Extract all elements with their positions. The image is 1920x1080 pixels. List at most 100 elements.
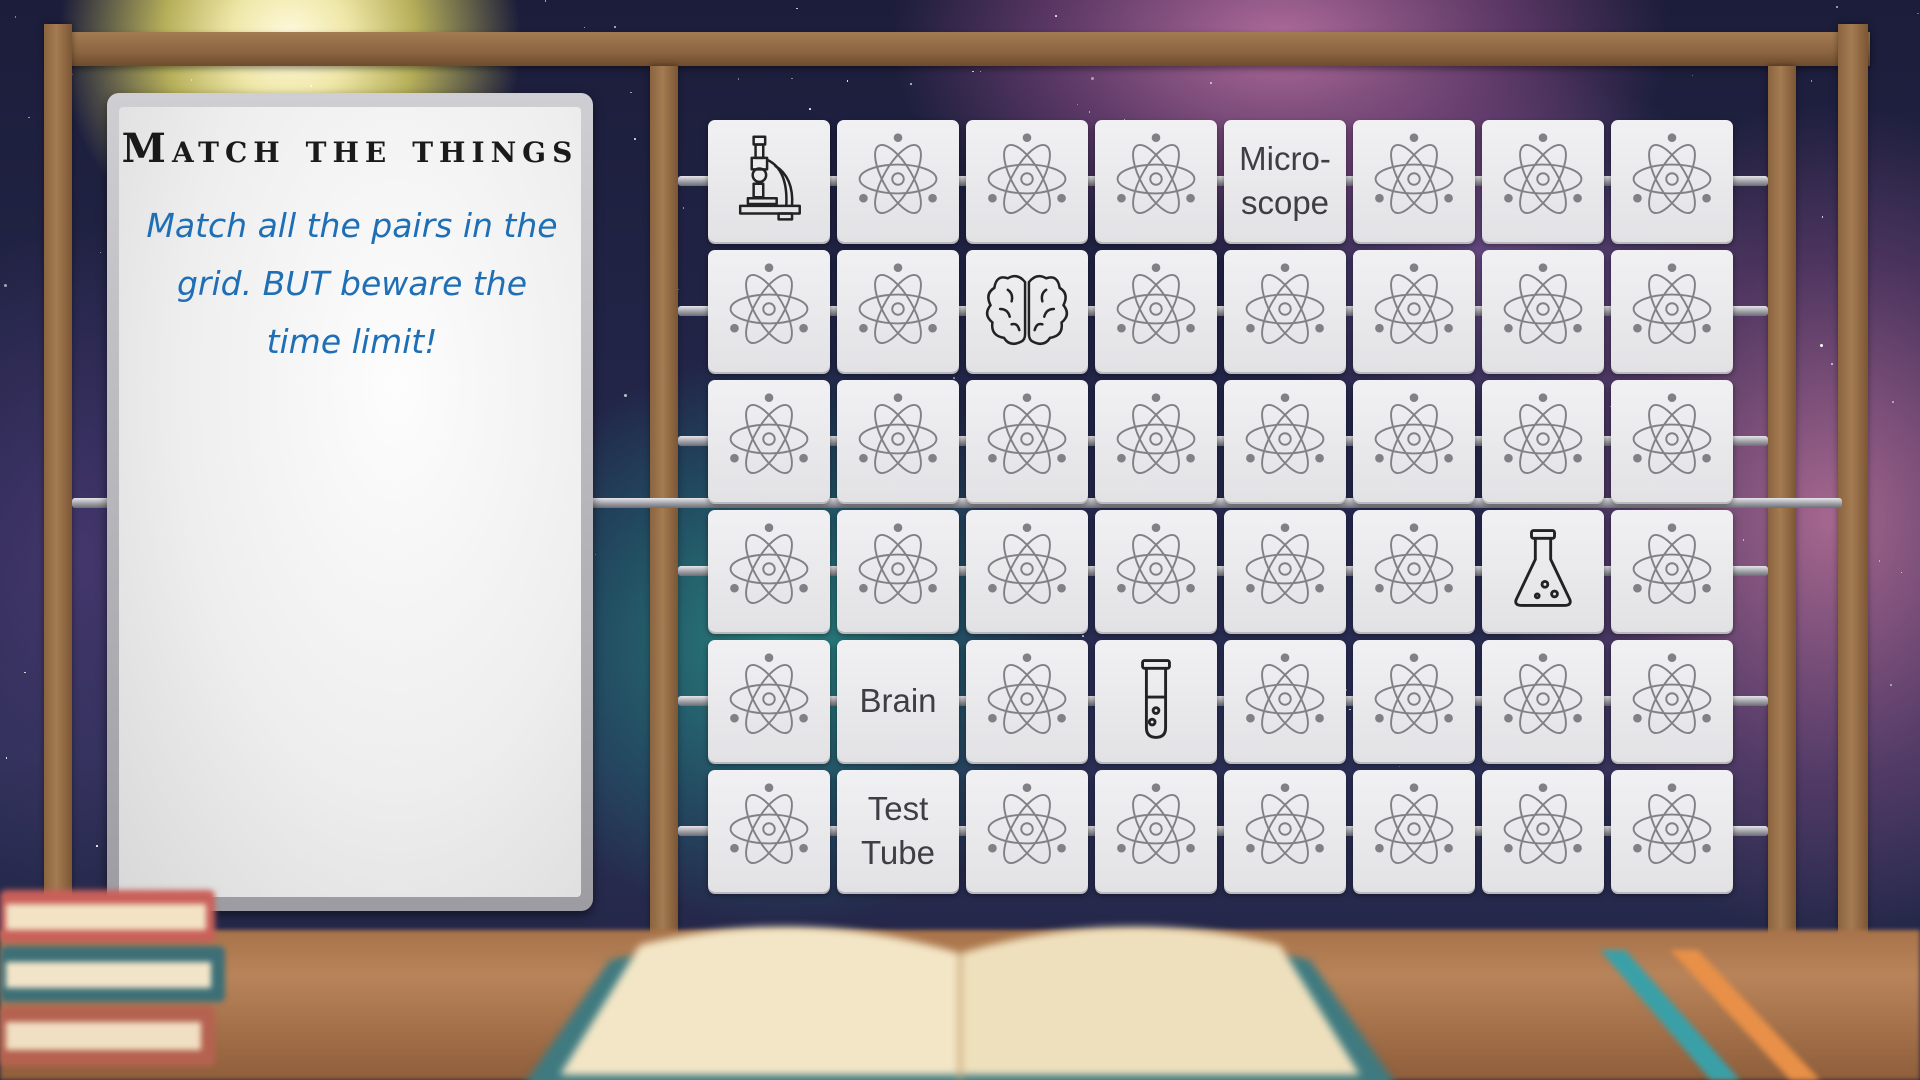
- card-word: Brain: [859, 682, 937, 719]
- star: [972, 70, 974, 73]
- frame-top-beam: [50, 32, 1870, 66]
- star: [583, 26, 586, 29]
- match-card[interactable]: Micro- scope: [1224, 120, 1346, 242]
- star: [910, 83, 912, 85]
- star: [24, 671, 26, 674]
- match-card[interactable]: [1353, 770, 1475, 892]
- atom-icon: [1624, 781, 1720, 881]
- match-card[interactable]: [708, 510, 830, 632]
- match-card[interactable]: [966, 250, 1088, 372]
- atom-icon: [1495, 131, 1591, 231]
- atom-icon: [1495, 781, 1591, 881]
- atom-icon: [1108, 261, 1204, 361]
- atom-icon: [1624, 391, 1720, 491]
- match-card[interactable]: [1611, 120, 1733, 242]
- match-card[interactable]: [1482, 770, 1604, 892]
- atom-icon: [979, 521, 1075, 621]
- match-card[interactable]: [1611, 770, 1733, 892]
- star: [1088, 111, 1091, 113]
- match-card[interactable]: [1611, 510, 1733, 632]
- match-card[interactable]: [837, 120, 959, 242]
- match-card[interactable]: [966, 380, 1088, 502]
- card-word: Micro- scope: [1239, 140, 1331, 221]
- match-card[interactable]: Test Tube: [837, 770, 959, 892]
- match-card[interactable]: [1482, 120, 1604, 242]
- match-card[interactable]: [1482, 510, 1604, 632]
- match-card[interactable]: [1224, 250, 1346, 372]
- match-card[interactable]: [1224, 640, 1346, 762]
- match-card[interactable]: [966, 640, 1088, 762]
- match-card[interactable]: [1224, 380, 1346, 502]
- match-card[interactable]: [1482, 380, 1604, 502]
- star: [630, 91, 632, 94]
- match-card[interactable]: [708, 120, 830, 242]
- match-card[interactable]: [1224, 770, 1346, 892]
- atom-icon: [979, 651, 1075, 751]
- flask-icon: [1495, 521, 1591, 621]
- match-card[interactable]: [1095, 770, 1217, 892]
- atom-icon: [1495, 391, 1591, 491]
- match-card[interactable]: [966, 120, 1088, 242]
- star: [1820, 344, 1824, 348]
- atom-icon: [850, 261, 946, 361]
- open-book-icon: [526, 926, 1394, 1080]
- match-card[interactable]: [1611, 640, 1733, 762]
- atom-icon: [1108, 391, 1204, 491]
- match-card[interactable]: [1095, 510, 1217, 632]
- match-card[interactable]: [1095, 640, 1217, 762]
- match-card[interactable]: [1353, 510, 1475, 632]
- star: [544, 0, 547, 2]
- match-card[interactable]: [1224, 510, 1346, 632]
- match-card[interactable]: [966, 510, 1088, 632]
- atom-icon: [1366, 261, 1462, 361]
- match-card[interactable]: [837, 510, 959, 632]
- match-card[interactable]: [1611, 250, 1733, 372]
- atom-icon: [850, 131, 946, 231]
- atom-icon: [721, 391, 817, 491]
- match-card[interactable]: [1095, 250, 1217, 372]
- match-card[interactable]: [708, 770, 830, 892]
- match-card[interactable]: [708, 640, 830, 762]
- match-grid: Micro- scope Brain Test Tube: [708, 120, 1738, 892]
- match-card[interactable]: [1095, 120, 1217, 242]
- star: [1091, 76, 1095, 80]
- star: [809, 108, 811, 110]
- match-card[interactable]: [1353, 120, 1475, 242]
- match-card[interactable]: [1482, 250, 1604, 372]
- atom-icon: [1624, 521, 1720, 621]
- match-card[interactable]: [1482, 640, 1604, 762]
- star: [1831, 363, 1833, 365]
- atom-icon: [1624, 651, 1720, 751]
- star: [846, 80, 849, 82]
- star: [1511, 892, 1514, 894]
- match-card[interactable]: [708, 250, 830, 372]
- match-card[interactable]: [1095, 380, 1217, 502]
- atom-icon: [1624, 261, 1720, 361]
- match-card[interactable]: [837, 380, 959, 502]
- star: [5, 757, 8, 759]
- star: [1836, 6, 1838, 8]
- star: [1810, 80, 1813, 82]
- star: [1691, 74, 1694, 77]
- match-card[interactable]: [1353, 640, 1475, 762]
- match-card[interactable]: [1353, 380, 1475, 502]
- match-card[interactable]: [966, 770, 1088, 892]
- atom-icon: [850, 391, 946, 491]
- star: [979, 70, 982, 73]
- star: [190, 79, 193, 81]
- star: [594, 553, 597, 556]
- atom-icon: [1237, 391, 1333, 491]
- atom-icon: [1237, 521, 1333, 621]
- star: [682, 207, 685, 209]
- match-card[interactable]: [837, 250, 959, 372]
- match-card[interactable]: Brain: [837, 640, 959, 762]
- match-card[interactable]: [708, 380, 830, 502]
- atom-icon: [1366, 781, 1462, 881]
- instruction-whiteboard: Match the things Match all the pairs in …: [107, 93, 593, 911]
- atom-icon: [721, 521, 817, 621]
- match-card[interactable]: [1611, 380, 1733, 502]
- atom-icon: [1237, 261, 1333, 361]
- game-instructions: Match all the pairs in the grid. BUT bew…: [146, 206, 558, 361]
- star: [1821, 216, 1824, 218]
- match-card[interactable]: [1353, 250, 1475, 372]
